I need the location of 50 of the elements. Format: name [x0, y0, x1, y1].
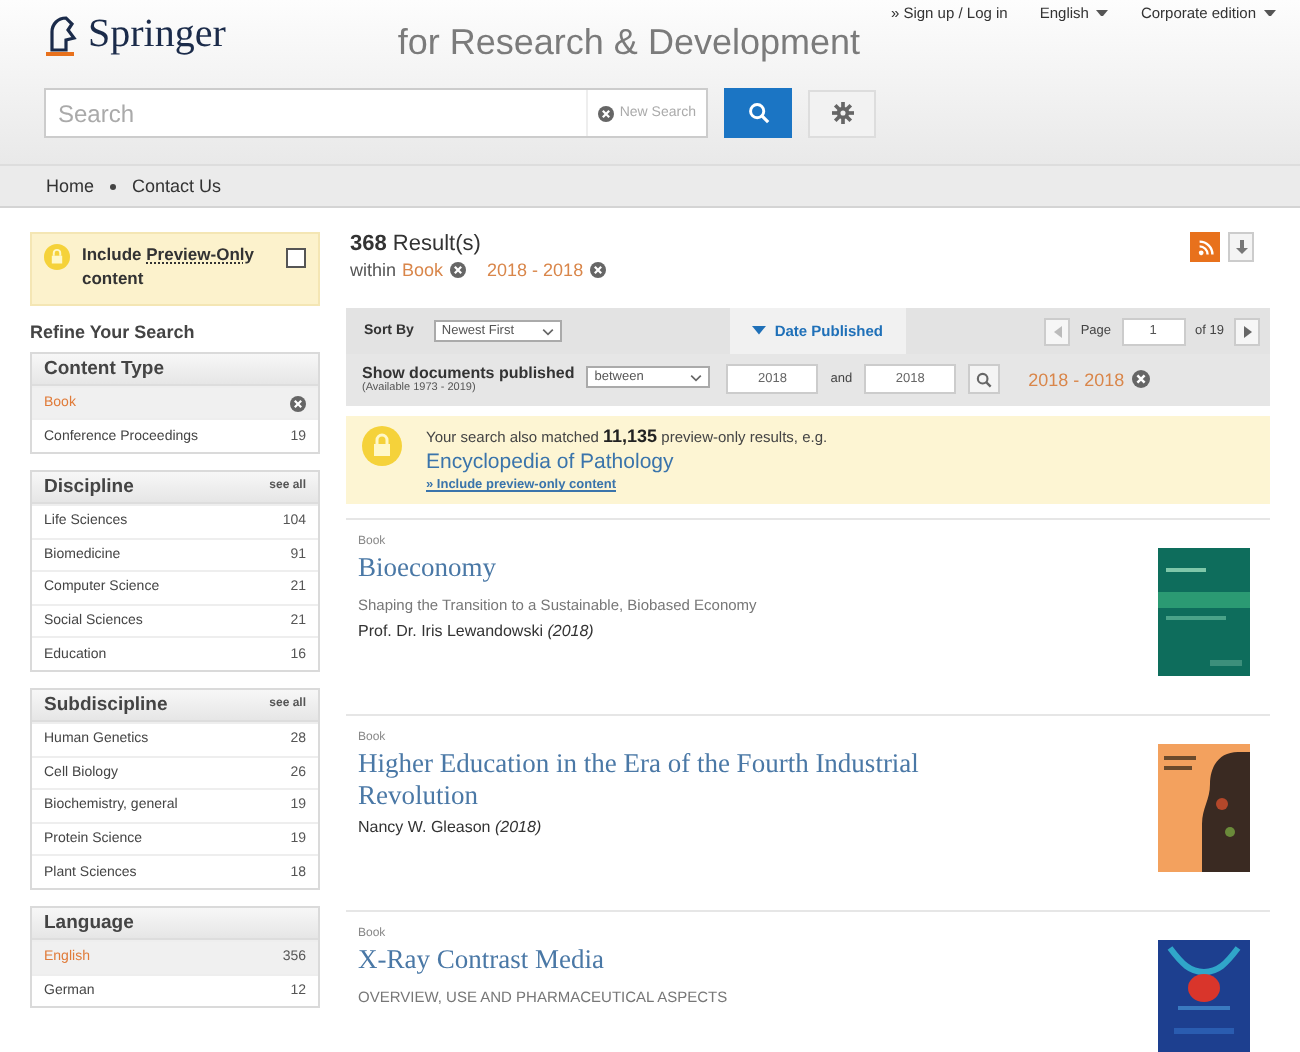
refine-title: Refine Your Search: [30, 321, 197, 342]
preview-only-label: Include Preview-Only content: [82, 244, 256, 292]
result-title[interactable]: X-Ray Contrast Media: [358, 944, 1038, 976]
within-label: within: [350, 260, 397, 280]
facet-title: Content Type: [44, 357, 164, 380]
breadcrumb-link[interactable]: Home: [46, 176, 95, 196]
rss-icon: [1197, 239, 1213, 255]
download-icon: [1235, 239, 1247, 255]
facet-title: Language: [44, 911, 134, 934]
active-date-filter: 2018 - 2018: [1028, 369, 1125, 389]
lock-icon: [362, 426, 402, 466]
next-page-button[interactable]: [1234, 317, 1260, 345]
lock-icon: [44, 244, 70, 270]
right-arrow-icon: [1243, 325, 1251, 337]
tagline: for Research & Development: [397, 22, 860, 64]
result-author: Prof. Dr. Iris Lewandowski (2018): [358, 621, 596, 640]
clear-icon[interactable]: [597, 105, 614, 121]
result-count: 368 Result(s): [350, 232, 483, 256]
apply-year-button[interactable]: [968, 364, 1001, 394]
remove-icon[interactable]: [1132, 370, 1151, 388]
result-title[interactable]: Higher Education in the Era of the Fourth Industrial Revolution: [358, 748, 1038, 811]
checkbox[interactable]: [286, 248, 306, 268]
horse-logo-icon: [44, 13, 80, 57]
search-icon: [747, 102, 769, 124]
result-author: Nancy W. Gleason (2018): [358, 818, 544, 837]
filter-tag: Book: [402, 260, 444, 280]
example-link[interactable]: Encyclopedia of Pathology: [426, 450, 828, 474]
breadcrumb-link[interactable]: Contact Us: [132, 176, 222, 196]
search-button[interactable]: [724, 88, 792, 138]
remove-icon[interactable]: [449, 262, 466, 278]
caret-icon: [752, 326, 767, 336]
facet-title: Discipline: [44, 475, 134, 498]
settings-button[interactable]: [808, 89, 876, 137]
download-button[interactable]: [1228, 232, 1254, 262]
left-arrow-icon: [1053, 325, 1062, 337]
separator-dot-icon: [110, 183, 117, 189]
settings-icon: [831, 102, 853, 124]
remove-icon[interactable]: [589, 262, 606, 278]
search-icon: [976, 371, 993, 387]
date-filter-label: Show documents published: [362, 364, 575, 382]
facet-title: Subdiscipline: [44, 693, 168, 716]
result-title[interactable]: Bioeconomy: [358, 552, 1038, 584]
remove-icon[interactable]: [290, 395, 306, 412]
filter-tag: 2018 - 2018: [487, 260, 584, 280]
chevron-icon: [541, 327, 554, 335]
rss-button[interactable]: [1190, 232, 1220, 262]
logo-text: Springer: [88, 12, 226, 58]
caret-icon: [1264, 9, 1276, 17]
caret-icon: [1096, 9, 1109, 17]
chevron-icon: [690, 373, 703, 381]
